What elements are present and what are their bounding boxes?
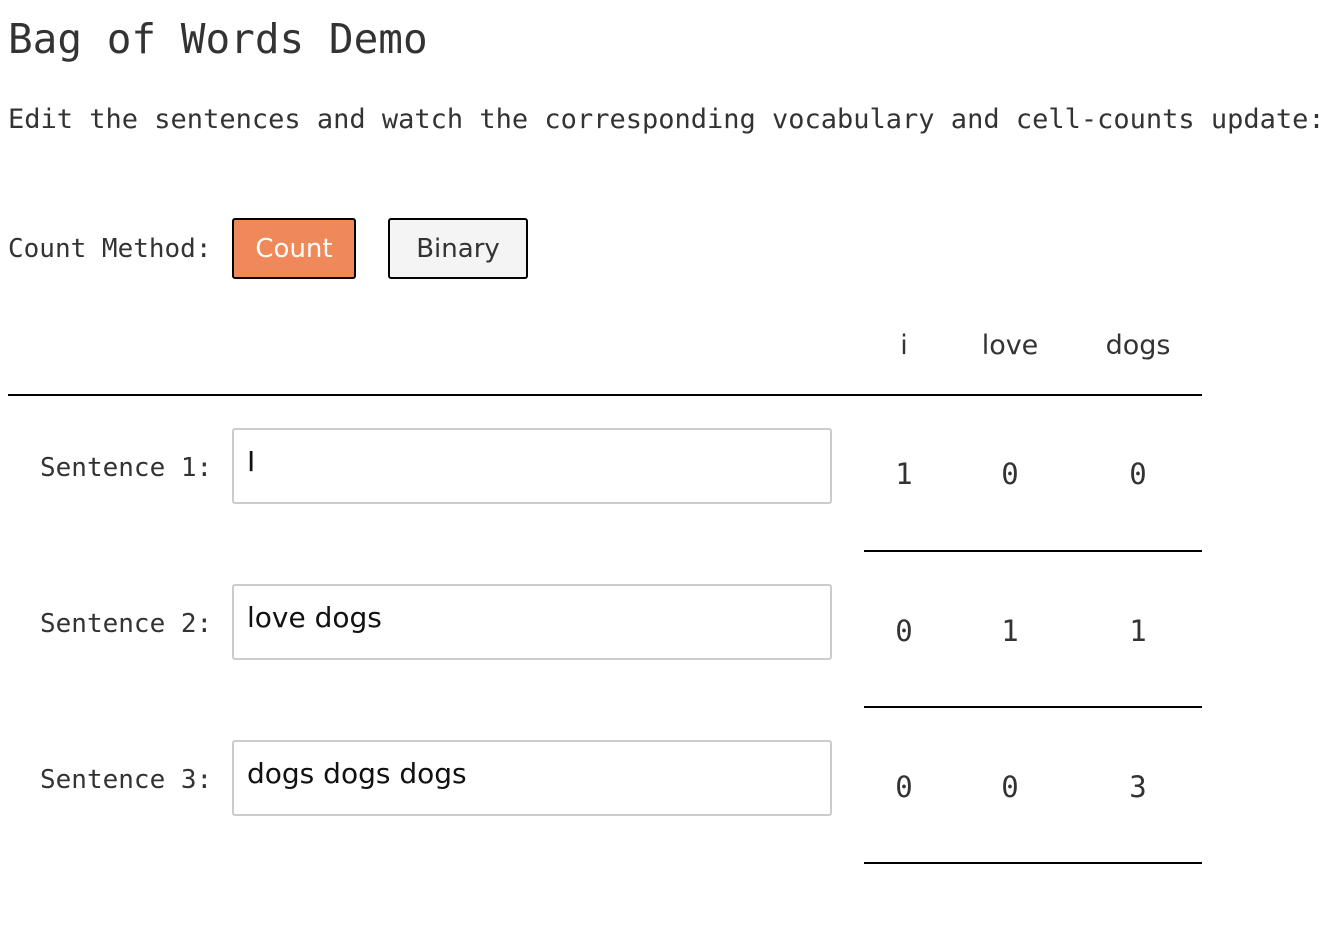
count-cell: 3: [1129, 770, 1147, 804]
sentence-1-input[interactable]: [232, 428, 832, 504]
sentence-2-label: Sentence 2:: [40, 609, 213, 639]
row-divider: [864, 550, 1202, 552]
sentence-1-label: Sentence 1:: [40, 453, 213, 483]
sentence-2-input[interactable]: [232, 584, 832, 660]
count-cell: 0: [895, 614, 913, 648]
count-cell: 1: [1129, 614, 1147, 648]
count-method-label: Count Method:: [8, 234, 212, 264]
page-subtitle: Edit the sentences and watch the corresp…: [8, 104, 1325, 135]
count-cell: 0: [895, 770, 913, 804]
vocab-header-love: love: [981, 330, 1039, 361]
row-divider: [864, 706, 1202, 708]
binary-button[interactable]: Binary: [388, 218, 528, 279]
header-divider: [8, 394, 1202, 396]
page-title: Bag of Words Demo: [8, 15, 428, 63]
count-cell: 0: [1001, 770, 1019, 804]
count-cell: 1: [895, 457, 913, 491]
vocab-header-i: i: [900, 330, 908, 361]
vocab-header-dogs: dogs: [1105, 330, 1171, 361]
sentence-3-input[interactable]: [232, 740, 832, 816]
count-cell: 0: [1001, 457, 1019, 491]
count-button[interactable]: Count: [232, 218, 356, 279]
row-divider: [864, 862, 1202, 864]
count-cell: 0: [1129, 457, 1147, 491]
count-cell: 1: [1001, 614, 1019, 648]
sentence-3-label: Sentence 3:: [40, 765, 213, 795]
